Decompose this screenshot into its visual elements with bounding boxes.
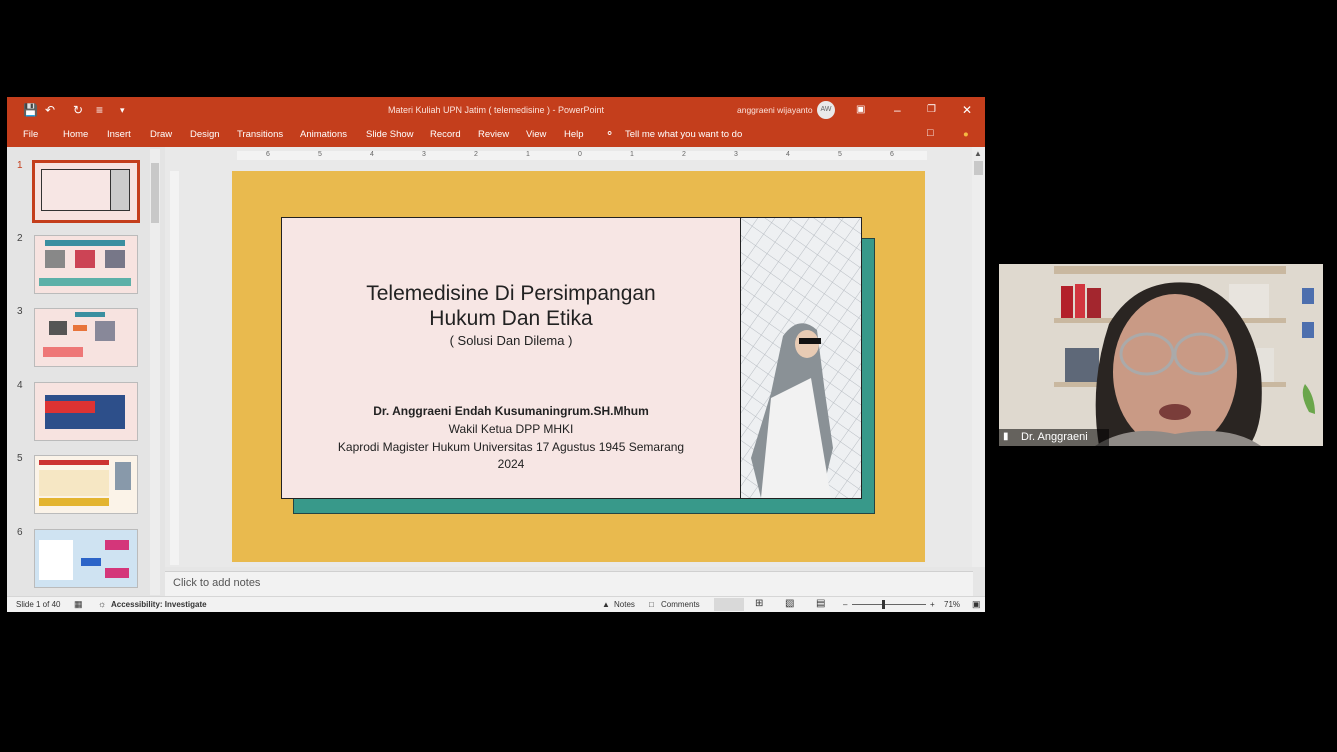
signal-strength-icon: ▮ — [1003, 431, 1009, 442]
vertical-ruler — [170, 171, 179, 565]
ruler-tick: 6 — [890, 151, 894, 158]
thumbnails-scrollbar[interactable] — [150, 149, 160, 595]
ruler-tick: 0 — [578, 151, 582, 158]
notes-pane[interactable]: Click to add notes — [165, 571, 973, 596]
minimize-icon[interactable]: – — [894, 102, 901, 118]
notes-toggle-icon[interactable]: ▲ — [602, 600, 610, 609]
slide-author[interactable]: Dr. Anggraeni Endah Kusumaningrum.SH.Mhu… — [282, 404, 740, 418]
notification-dot-icon[interactable]: ● — [963, 129, 969, 140]
comments-toggle-icon[interactable]: □ — [649, 600, 654, 609]
slide-sorter-icon[interactable]: ⊞ — [755, 598, 763, 609]
thumb-number: 3 — [17, 306, 23, 317]
slide-thumbnail-1[interactable] — [32, 160, 140, 223]
slide-title-line1[interactable]: Telemedisine Di Persimpangan — [282, 282, 740, 306]
zoom-out-icon[interactable]: – — [843, 600, 847, 609]
tab-draw[interactable]: Draw — [150, 129, 172, 140]
comments-button[interactable]: Comments — [661, 600, 700, 609]
ruler-tick: 6 — [266, 151, 270, 158]
participant-video-tile[interactable]: ▮ Dr. Anggraeni — [999, 264, 1323, 446]
slide-title-line2[interactable]: Hukum Dan Etika — [282, 307, 740, 331]
accessibility-icon[interactable]: ☼ — [98, 599, 106, 609]
slide-role2[interactable]: Kaprodi Magister Hukum Universitas 17 Ag… — [282, 440, 740, 454]
status-bar: Slide 1 of 40 ▦ ☼ Accessibility: Investi… — [7, 596, 985, 612]
avatar[interactable]: AW — [817, 101, 835, 119]
title-card[interactable]: Telemedisine Di Persimpangan Hukum Dan E… — [281, 217, 741, 499]
slideshow-view-icon[interactable]: ▤ — [816, 598, 825, 609]
normal-view-icon[interactable] — [714, 598, 744, 611]
slide-subtitle[interactable]: ( Solusi Dan Dilema ) — [282, 333, 740, 348]
ruler-tick: 2 — [474, 151, 478, 158]
tab-transitions[interactable]: Transitions — [237, 129, 283, 140]
horizontal-ruler: 6 5 4 3 2 1 0 1 2 3 4 5 6 — [237, 151, 927, 160]
ruler-tick: 5 — [318, 151, 322, 158]
ruler-tick: 4 — [786, 151, 790, 158]
fit-to-window-icon[interactable]: ▣ — [972, 599, 981, 610]
ribbon-tabs: File Home Insert Draw Design Transitions… — [7, 123, 985, 147]
tab-slide-show[interactable]: Slide Show — [366, 129, 414, 140]
tab-home[interactable]: Home — [63, 129, 88, 140]
thumb-number: 2 — [17, 233, 23, 244]
accessibility-status[interactable]: Accessibility: Investigate — [111, 600, 207, 609]
slide-scrollbar[interactable]: ▲ ▼ — [972, 147, 985, 567]
reading-view-icon[interactable]: ▧ — [785, 598, 794, 609]
ruler-tick: 1 — [630, 151, 634, 158]
close-icon[interactable]: ✕ — [962, 102, 972, 118]
tell-me-search[interactable]: Tell me what you want to do — [625, 129, 742, 140]
slide-counter: Slide 1 of 40 — [16, 600, 61, 609]
zoom-in-icon[interactable]: + — [930, 600, 935, 609]
notes-button[interactable]: Notes — [614, 600, 635, 609]
spell-check-icon[interactable]: ▦ — [74, 599, 83, 610]
slide-thumbnail-5[interactable] — [34, 455, 138, 514]
thumb-number: 5 — [17, 453, 23, 464]
ruler-tick: 3 — [422, 151, 426, 158]
ribbon-display-icon[interactable]: ▣ — [856, 102, 865, 118]
thumb-number: 6 — [17, 527, 23, 538]
restore-icon[interactable]: ❐ — [927, 102, 936, 118]
slide-thumbnail-6[interactable] — [34, 529, 138, 588]
tab-design[interactable]: Design — [190, 129, 220, 140]
document-title: Materi Kuliah UPN Jatim ( telemedisine )… — [387, 105, 605, 115]
tab-help[interactable]: Help — [564, 129, 584, 140]
slide-role1[interactable]: Wakil Ketua DPP MHKI — [282, 422, 740, 436]
comments-icon[interactable]: □ — [927, 127, 934, 139]
thumb-number: 1 — [17, 160, 23, 171]
zoom-slider[interactable] — [852, 604, 926, 605]
current-slide[interactable]: Telemedisine Di Persimpangan Hukum Dan E… — [232, 171, 925, 562]
slide-thumbnail-4[interactable] — [34, 382, 138, 441]
woman-photo-illustration — [741, 218, 861, 498]
participant-name: Dr. Anggraeni — [1021, 431, 1088, 443]
notes-placeholder[interactable]: Click to add notes — [173, 577, 260, 589]
lightbulb-icon: ⚬ — [605, 128, 615, 140]
ruler-tick: 4 — [370, 151, 374, 158]
slide-photo[interactable] — [740, 217, 862, 499]
zoom-slider-thumb[interactable] — [881, 600, 885, 609]
ruler-tick: 3 — [734, 151, 738, 158]
title-bar: 💾 ↶ ↻ ≡ ▾ Materi Kuliah UPN Jatim ( tele… — [7, 97, 985, 123]
tab-file[interactable]: File — [23, 129, 38, 140]
participant-video-feed — [999, 264, 1323, 446]
slide-year[interactable]: 2024 — [282, 457, 740, 471]
slide-thumbnail-3[interactable] — [34, 308, 138, 367]
thumb-number: 4 — [17, 380, 23, 391]
tab-view[interactable]: View — [526, 129, 546, 140]
ruler-tick: 5 — [838, 151, 842, 158]
ruler-tick: 1 — [526, 151, 530, 158]
participant-label: ▮ Dr. Anggraeni — [999, 429, 1109, 446]
powerpoint-window: 💾 ↶ ↻ ≡ ▾ Materi Kuliah UPN Jatim ( tele… — [7, 97, 985, 612]
zoom-level[interactable]: 71% — [944, 600, 960, 609]
tab-record[interactable]: Record — [430, 129, 461, 140]
user-name[interactable]: anggraeni wijayanto — [737, 105, 813, 115]
tab-insert[interactable]: Insert — [107, 129, 131, 140]
tab-review[interactable]: Review — [478, 129, 509, 140]
tab-animations[interactable]: Animations — [300, 129, 347, 140]
slide-thumbnail-2[interactable] — [34, 235, 138, 294]
ruler-tick: 2 — [682, 151, 686, 158]
slide-thumbnails-pane: 1 2 3 4 5 6 — [7, 147, 165, 597]
